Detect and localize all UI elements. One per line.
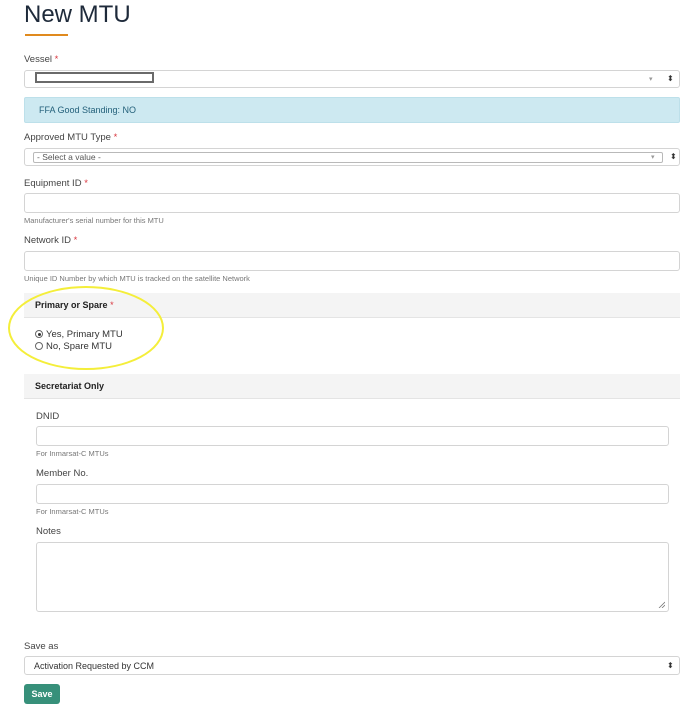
dnid-label: DNID <box>36 411 60 422</box>
mtu-type-value: - Select a value - <box>37 152 101 162</box>
save-as-label: Save as <box>24 641 59 652</box>
required-marker: * <box>113 132 118 143</box>
notes-label: Notes <box>36 526 61 537</box>
equipment-id-label: Equipment ID * <box>24 178 88 190</box>
mtu-type-select[interactable]: - Select a value - ▾ ⬍ <box>24 148 680 166</box>
save-as-select[interactable]: Activation Requested by CCM ⬍ <box>24 656 680 675</box>
standing-alert: FFA Good Standing: NO <box>24 97 680 123</box>
dnid-input[interactable] <box>36 426 669 446</box>
required-marker: * <box>84 178 88 189</box>
notes-textarea[interactable] <box>36 542 669 612</box>
page-title: New MTU <box>24 1 131 28</box>
resize-handle-icon[interactable] <box>658 601 665 608</box>
member-no-label: Member No. <box>36 468 89 479</box>
dropdown-arrow-icon: ▾ <box>651 154 655 161</box>
select-updown-icon: ⬍ <box>667 661 674 670</box>
redacted-vessel-value <box>35 72 154 83</box>
dnid-help: For Inmarsat-C MTUs <box>36 449 109 458</box>
required-marker: * <box>73 235 78 246</box>
mtu-type-inner-select: - Select a value - <box>33 152 663 163</box>
mtu-type-label-text: Approved MTU Type <box>24 132 111 143</box>
secretariat-heading: Secretariat Only <box>24 374 680 399</box>
dropdown-arrow-icon: ▾ <box>649 76 653 83</box>
select-updown-icon: ⬍ <box>667 74 674 83</box>
network-id-label-text: Network ID <box>24 235 71 246</box>
title-underline <box>25 34 68 36</box>
select-updown-icon: ⬍ <box>670 152 677 161</box>
vessel-label: Vessel * <box>24 54 58 66</box>
network-id-label: Network ID * <box>24 235 77 247</box>
annotation-highlight-ellipse <box>8 286 164 370</box>
secretariat-heading-text: Secretariat Only <box>35 381 105 391</box>
save-button[interactable]: Save <box>24 684 60 704</box>
network-id-input[interactable] <box>24 251 680 271</box>
equipment-id-help: Manufacturer's serial number for this MT… <box>24 216 164 225</box>
member-no-input[interactable] <box>36 484 669 504</box>
member-no-help: For Inmarsat-C MTUs <box>36 507 109 516</box>
equipment-id-input[interactable] <box>24 193 680 213</box>
mtu-type-label: Approved MTU Type * <box>24 132 117 144</box>
vessel-select[interactable]: ▾ ⬍ <box>24 70 680 88</box>
vessel-label-text: Vessel <box>24 54 52 65</box>
equipment-id-label-text: Equipment ID <box>24 178 82 189</box>
network-id-help: Unique ID Number by which MTU is tracked… <box>24 274 250 283</box>
required-marker: * <box>54 54 59 65</box>
save-as-value: Activation Requested by CCM <box>34 661 155 671</box>
